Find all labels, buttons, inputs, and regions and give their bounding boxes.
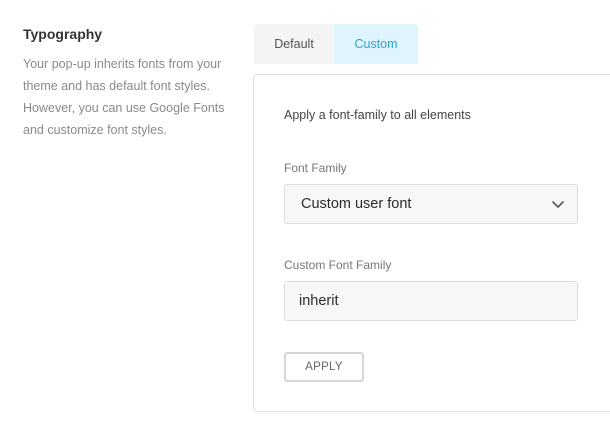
font-family-label: Font Family [284, 161, 347, 175]
tab-custom[interactable]: Custom [334, 24, 418, 64]
custom-font-family-input[interactable] [284, 281, 578, 321]
chevron-down-icon [552, 201, 564, 208]
font-mode-tabs: Default Custom [254, 24, 418, 64]
section-description: Your pop-up inherits fonts from your the… [23, 57, 225, 137]
custom-font-panel: Apply a font-family to all elements Font… [253, 74, 610, 412]
apply-button[interactable]: APPLY [284, 352, 364, 382]
font-family-select[interactable]: Custom user font [284, 184, 578, 224]
tab-default[interactable]: Default [254, 24, 334, 64]
panel-heading: Apply a font-family to all elements [284, 108, 471, 122]
section-title: Typography [23, 26, 103, 42]
typography-intro: Typography Your pop-up inherits fonts fr… [23, 24, 238, 141]
font-family-selected-value: Custom user font [301, 196, 412, 212]
typography-settings-page: Typography Your pop-up inherits fonts fr… [0, 0, 610, 433]
custom-font-family-label: Custom Font Family [284, 258, 392, 272]
